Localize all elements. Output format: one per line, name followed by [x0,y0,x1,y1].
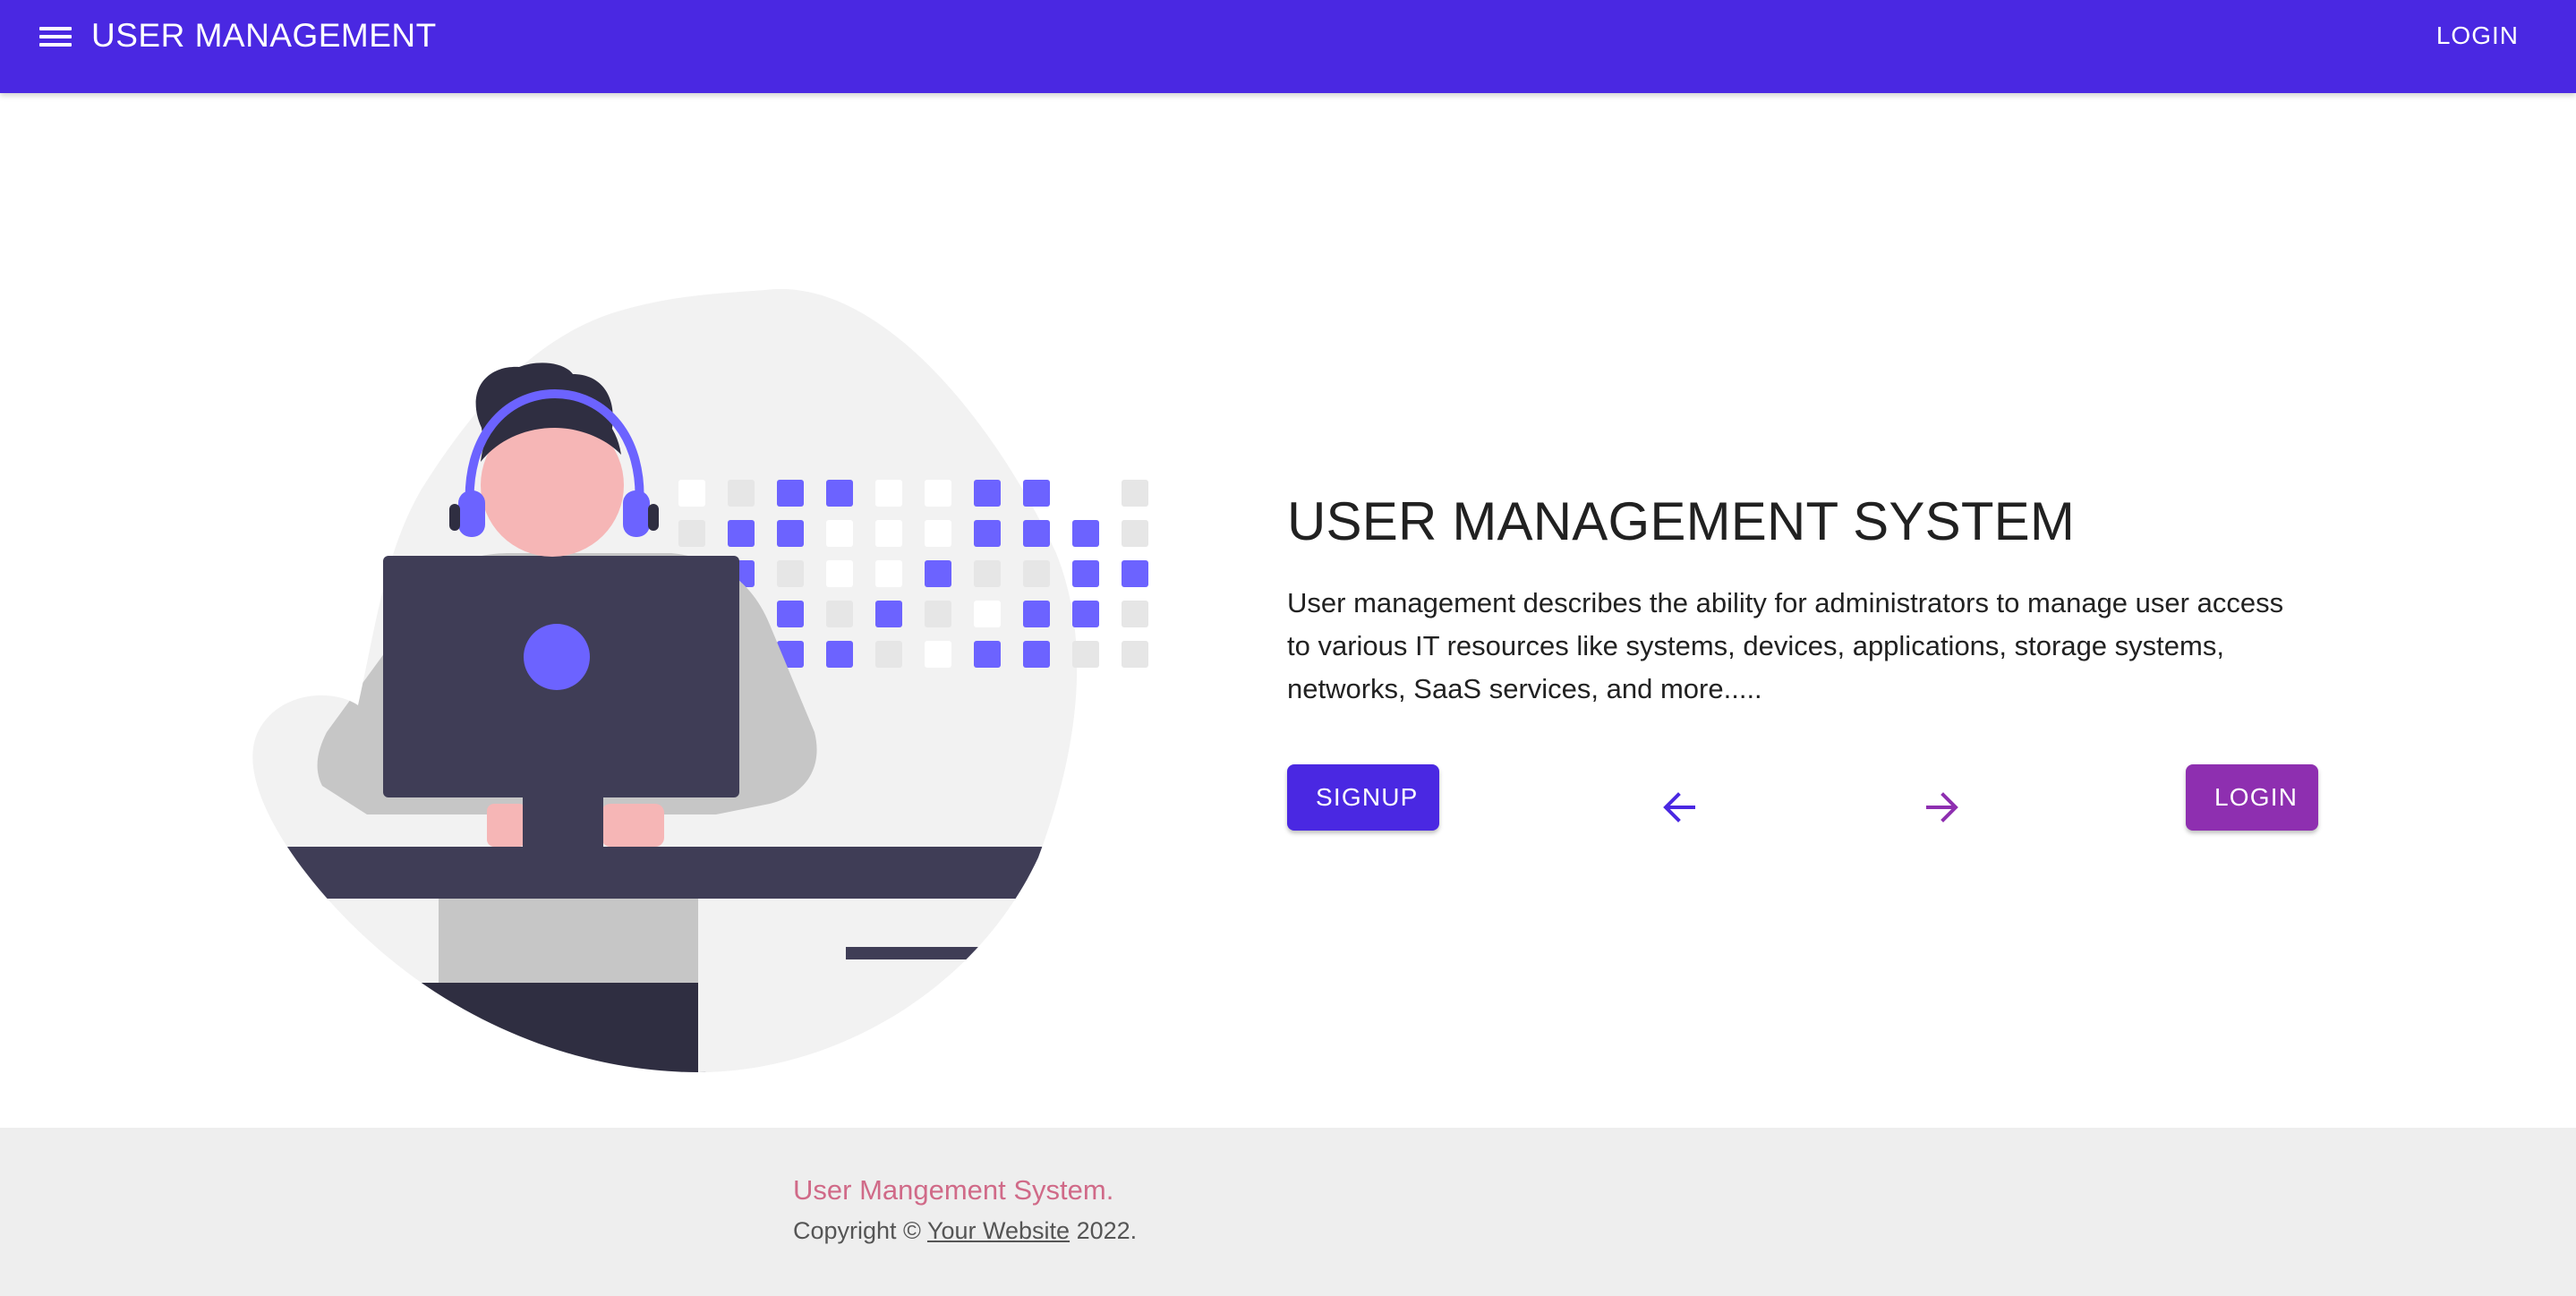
app-bar: USER MANAGEMENT LOGIN [0,0,2576,93]
hero-illustration [251,285,1164,1072]
app-title: USER MANAGEMENT [91,17,437,54]
hero-login-button[interactable]: LOGIN [2186,764,2318,831]
chair [698,899,846,1072]
arrow-right-icon[interactable] [1917,784,1967,831]
hero-title: USER MANAGEMENT SYSTEM [1287,491,2076,551]
desk [252,847,1078,899]
menu-icon[interactable] [32,20,79,54]
appbar-login-button[interactable]: LOGIN [2422,14,2533,57]
signup-button[interactable]: SIGNUP [1287,764,1439,831]
footer-copyright: Copyright © Your Website 2022. [793,1217,1137,1245]
copyright-prefix: Copyright © [793,1217,927,1244]
monitor-logo [524,624,590,690]
hero-description: User management describes the ability fo… [1287,587,2284,704]
footer: User Mangement System. Copyright © Your … [0,1128,2576,1296]
arrow-left-icon[interactable] [1654,784,1704,831]
website-link[interactable]: Your Website [927,1217,1070,1244]
copyright-year: 2022. [1070,1217,1138,1244]
footer-brand: User Mangement System. [793,1174,1114,1206]
